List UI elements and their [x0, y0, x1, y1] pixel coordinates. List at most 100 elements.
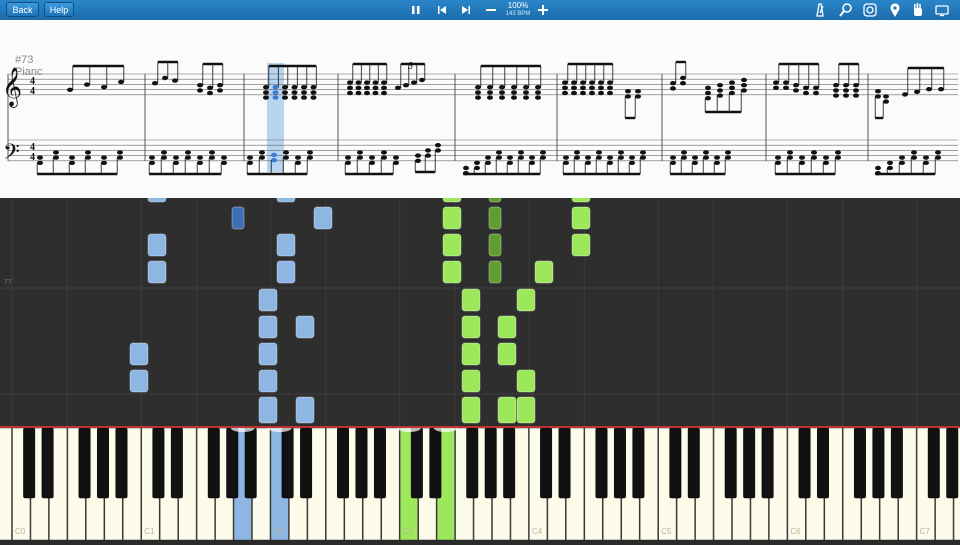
note-head [85, 155, 91, 160]
note-head [259, 155, 265, 160]
note-head [355, 80, 362, 85]
note-head [295, 160, 301, 165]
left-hand-note [129, 369, 149, 393]
piano-key-black[interactable] [97, 427, 109, 499]
piano-key-black[interactable] [927, 427, 940, 499]
piano-key-black[interactable] [817, 427, 829, 499]
skip-back-icon[interactable] [434, 2, 450, 18]
piano-key-black[interactable] [540, 427, 553, 499]
minus-icon[interactable] [483, 2, 499, 18]
piano-key-black[interactable] [281, 427, 294, 499]
note-head [511, 95, 517, 100]
piano-key-black[interactable] [484, 427, 497, 499]
note-head [507, 155, 513, 160]
plus-icon[interactable] [535, 2, 551, 18]
piano-key-black[interactable] [853, 427, 866, 499]
piano-key-black[interactable] [798, 427, 811, 499]
piano-key-black[interactable] [152, 427, 165, 499]
piano-key-black[interactable] [41, 427, 54, 499]
piano-keyboard[interactable]: C0 C1 C2 C3 C4 C5 C6 C7 [0, 424, 960, 541]
tempo-percent: 100% [507, 1, 529, 10]
piano-key-black[interactable] [466, 427, 479, 499]
piano-key-white[interactable] [0, 427, 12, 541]
note-head [923, 155, 929, 160]
piano-key-black[interactable] [946, 427, 959, 499]
help-button[interactable]: Help [44, 2, 74, 17]
piano-key-black[interactable] [170, 427, 183, 499]
display-icon[interactable] [934, 2, 950, 18]
piano-key-black[interactable] [355, 427, 368, 499]
note-head [307, 155, 313, 160]
piano-key-black[interactable] [78, 427, 91, 499]
right-hand-note [516, 288, 536, 312]
right-hand-note [497, 315, 517, 339]
piano-key-black[interactable] [503, 427, 516, 499]
pin-icon[interactable] [887, 2, 903, 18]
piano-key-black[interactable] [890, 427, 903, 499]
roll-row-label: 77 [4, 279, 12, 286]
note-head [729, 90, 735, 96]
piano-key-black[interactable] [244, 427, 257, 499]
note-head [741, 77, 747, 83]
note-head [523, 85, 529, 90]
octave-label: C1 [144, 527, 155, 536]
right-hand-note [516, 369, 536, 393]
note-head [598, 85, 604, 91]
note-head [310, 95, 317, 100]
note-head [705, 96, 711, 101]
left-hand-note [258, 315, 278, 339]
note-head [291, 90, 298, 95]
note-head [282, 95, 288, 100]
piano-key-black[interactable] [872, 427, 885, 499]
piano-key-black[interactable] [595, 427, 608, 499]
piano-key-black[interactable] [226, 427, 239, 499]
right-hand-note [488, 233, 502, 257]
toolbar: Back Help 100% 143 BPM [0, 0, 960, 20]
piano-key-black[interactable] [761, 427, 774, 499]
piano-key-black[interactable] [207, 427, 220, 499]
piano-key-black[interactable] [632, 427, 645, 499]
piano-key-black[interactable] [613, 427, 626, 499]
piano-key-black[interactable] [337, 427, 349, 499]
piano-key-black[interactable] [373, 427, 386, 499]
note-head [853, 83, 859, 88]
note-head [618, 155, 624, 160]
piano-key-black[interactable] [724, 427, 737, 499]
back-button[interactable]: Back [6, 2, 39, 17]
note-head [803, 85, 809, 91]
hand-icon[interactable] [910, 2, 926, 18]
left-hand-note [147, 260, 167, 284]
note-head [580, 90, 586, 96]
note-head [415, 153, 421, 158]
piano-key-black[interactable] [687, 427, 700, 499]
note-head [499, 90, 505, 95]
piano-key-black[interactable] [300, 427, 313, 499]
piano-key-black[interactable] [115, 427, 128, 499]
pause-icon[interactable] [408, 2, 424, 18]
piano-key-black[interactable] [558, 427, 571, 499]
octave-label: C2 [273, 527, 284, 536]
note-head [162, 75, 168, 81]
piano-key-black[interactable] [23, 427, 36, 499]
note-head [717, 83, 723, 88]
loop-icon[interactable] [862, 2, 878, 18]
magnifier-icon[interactable] [838, 2, 854, 18]
note-head [84, 82, 90, 87]
note-head [475, 90, 481, 95]
note-head [703, 150, 709, 155]
note-head [307, 150, 313, 155]
piano-key-black[interactable] [410, 427, 423, 499]
keyboard-canvas[interactable]: C0 C1 C2 C3 C4 C5 C6 C7 [0, 424, 960, 541]
metronome-icon[interactable] [812, 2, 828, 18]
roll-notes [129, 198, 591, 424]
right-hand-note [461, 315, 481, 339]
piano-key-black[interactable] [429, 427, 442, 499]
note-head [101, 160, 107, 165]
skip-forward-icon[interactable] [458, 2, 474, 18]
piano-key-black[interactable] [669, 427, 682, 499]
note-head [381, 90, 387, 96]
note-head [419, 77, 425, 83]
white-keys[interactable] [0, 427, 960, 541]
note-head [272, 90, 279, 95]
piano-key-black[interactable] [743, 427, 756, 499]
